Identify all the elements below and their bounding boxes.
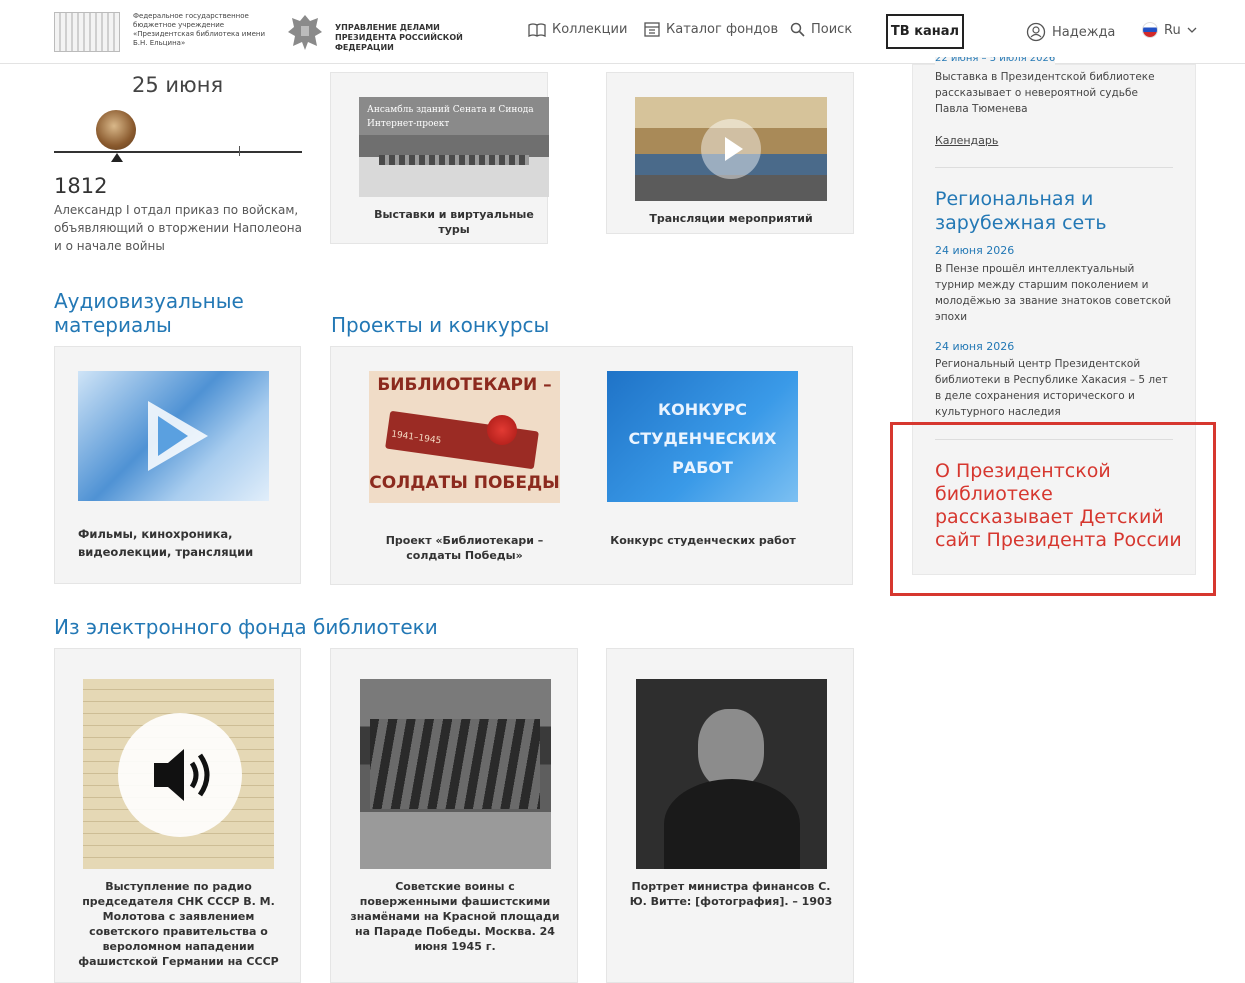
library-logo[interactable]	[54, 12, 120, 52]
exhibit-text[interactable]: Выставка в Президентской библиотеке расс…	[935, 69, 1170, 117]
parade-thumbnail	[360, 679, 551, 869]
admin-logo-text: УПРАВЛЕНИЕ ДЕЛАМИ ПРЕЗИДЕНТА РОССИЙСКОЙ …	[335, 23, 463, 52]
library-logo-text: Федеральное государственное бюджетное уч…	[133, 12, 266, 47]
card-audiovisual[interactable]: Фильмы, кинохроника, видеолекции, трансл…	[54, 346, 301, 584]
witte-portrait-thumbnail	[636, 679, 827, 869]
play-icon[interactable]	[701, 119, 761, 179]
exhibitions-thumbnail-text: Ансамбль зданий Сената и Синода Интернет…	[367, 105, 534, 129]
highlight-frame	[890, 422, 1216, 596]
news-text[interactable]: Региональный центр Президентской библиот…	[935, 356, 1175, 420]
nav-search[interactable]: Поиск	[790, 22, 852, 37]
language-label: Ru	[1164, 22, 1181, 38]
russian-flag-icon	[1142, 22, 1158, 38]
nav-assistant[interactable]: Надежда	[1026, 22, 1115, 42]
news-date: 24 июня 2026	[935, 340, 1015, 353]
card-exhibitions[interactable]: Ансамбль зданий Сената и Синода Интернет…	[330, 72, 549, 244]
calendar-event-thumbnail[interactable]	[96, 110, 136, 150]
portrait-body	[664, 779, 800, 869]
tv-channel-button[interactable]: ТВ канал	[886, 14, 964, 49]
card-librarians-caption[interactable]: Проект «Библиотекари – солдаты Победы»	[369, 533, 560, 563]
calendar-date: 25 июня	[132, 73, 224, 97]
portrait-head	[698, 709, 764, 789]
play-arrow-icon	[148, 401, 208, 471]
carnation-icon	[487, 415, 517, 445]
card-broadcasts[interactable]: Трансляции мероприятий	[606, 72, 854, 234]
coat-of-arms-icon[interactable]	[286, 12, 324, 52]
fund-title[interactable]: Из электронного фонда библиотеки	[54, 615, 438, 639]
nav-search-label: Поиск	[811, 22, 853, 37]
projects-title[interactable]: Проекты и конкурсы	[331, 313, 549, 337]
librarians-poster-top: БИБЛИОТЕКАРИ –	[377, 375, 552, 395]
calendar-year: 1812	[54, 174, 108, 198]
librarians-poster[interactable]: БИБЛИОТЕКАРИ – 1941–1945 СОЛДАТЫ ПОБЕДЫ	[369, 371, 560, 503]
catalog-icon	[644, 22, 660, 37]
fund-item-radio-caption: Выступление по радио председателя СНК СС…	[78, 880, 279, 968]
exhibitions-thumbnail: Ансамбль зданий Сената и Синода Интернет…	[359, 97, 549, 197]
student-contest-poster[interactable]: КОНКУРС СТУДЕНЧЕСКИХ РАБОТ	[607, 371, 798, 502]
search-icon	[790, 22, 805, 37]
calendar-event-text[interactable]: Александр I отдал приказ по войскам, объ…	[54, 201, 306, 255]
fund-item-witte-caption: Портрет министра финансов С. Ю. Витте: […	[629, 880, 833, 908]
fund-item-witte[interactable]: Портрет министра финансов С. Ю. Витте: […	[606, 648, 854, 983]
nav-catalog[interactable]: Каталог фондов	[644, 22, 778, 37]
timeline-tick	[239, 146, 240, 156]
exhibit-date: 22 июня – 5 июля 2026	[935, 57, 1056, 66]
building-facade	[379, 155, 529, 165]
fund-item-radio[interactable]: Выступление по радио председателя СНК СС…	[54, 648, 301, 983]
broadcasts-thumbnail	[635, 97, 827, 201]
student-contest-poster-text: КОНКУРС СТУДЕНЧЕСКИХ РАБОТ	[628, 400, 777, 477]
audiovisual-thumbnail	[78, 371, 269, 501]
language-selector[interactable]: Ru	[1142, 22, 1197, 38]
manuscript-thumbnail	[83, 679, 274, 869]
card-student-contest-caption[interactable]: Конкурс студенческих работ	[593, 533, 813, 548]
card-projects: БИБЛИОТЕКАРИ – 1941–1945 СОЛДАТЫ ПОБЕДЫ …	[330, 346, 853, 585]
timeline-pointer-icon[interactable]	[111, 153, 123, 162]
card-exhibitions-caption: Выставки и виртуальные туры	[374, 208, 534, 236]
chevron-down-icon	[1187, 27, 1197, 33]
card-broadcasts-caption: Трансляции мероприятий	[649, 212, 813, 225]
calendar-link[interactable]: Календарь	[935, 134, 998, 147]
nav-assistant-label: Надежда	[1052, 24, 1116, 40]
book-icon	[528, 22, 546, 37]
card-audiovisual-caption: Фильмы, кинохроника, видеолекции, трансл…	[78, 527, 254, 559]
nav-collections[interactable]: Коллекции	[528, 22, 627, 37]
nav-collections-label: Коллекции	[552, 22, 628, 37]
nav-catalog-label: Каталог фондов	[666, 22, 779, 37]
speaker-icon[interactable]	[118, 713, 242, 837]
soldiers-row	[370, 719, 540, 809]
librarians-poster-bottom: СОЛДАТЫ ПОБЕДЫ	[369, 473, 560, 493]
news-text[interactable]: В Пензе прошёл интеллектуальный турнир м…	[935, 261, 1175, 325]
site-header: Федеральное государственное бюджетное уч…	[0, 0, 1245, 64]
assistant-icon	[1026, 22, 1046, 42]
news-date: 24 июня 2026	[935, 244, 1015, 257]
audiovisual-title[interactable]: Аудиовизуальные материалы	[54, 289, 294, 337]
timeline-line	[54, 151, 302, 153]
sidebar-divider	[935, 167, 1173, 168]
fund-item-parade[interactable]: Советские воины с поверженными фашистски…	[330, 648, 578, 983]
fund-item-parade-caption: Советские воины с поверженными фашистски…	[350, 880, 560, 953]
regional-title[interactable]: Региональная и зарубежная сеть	[935, 187, 1175, 235]
